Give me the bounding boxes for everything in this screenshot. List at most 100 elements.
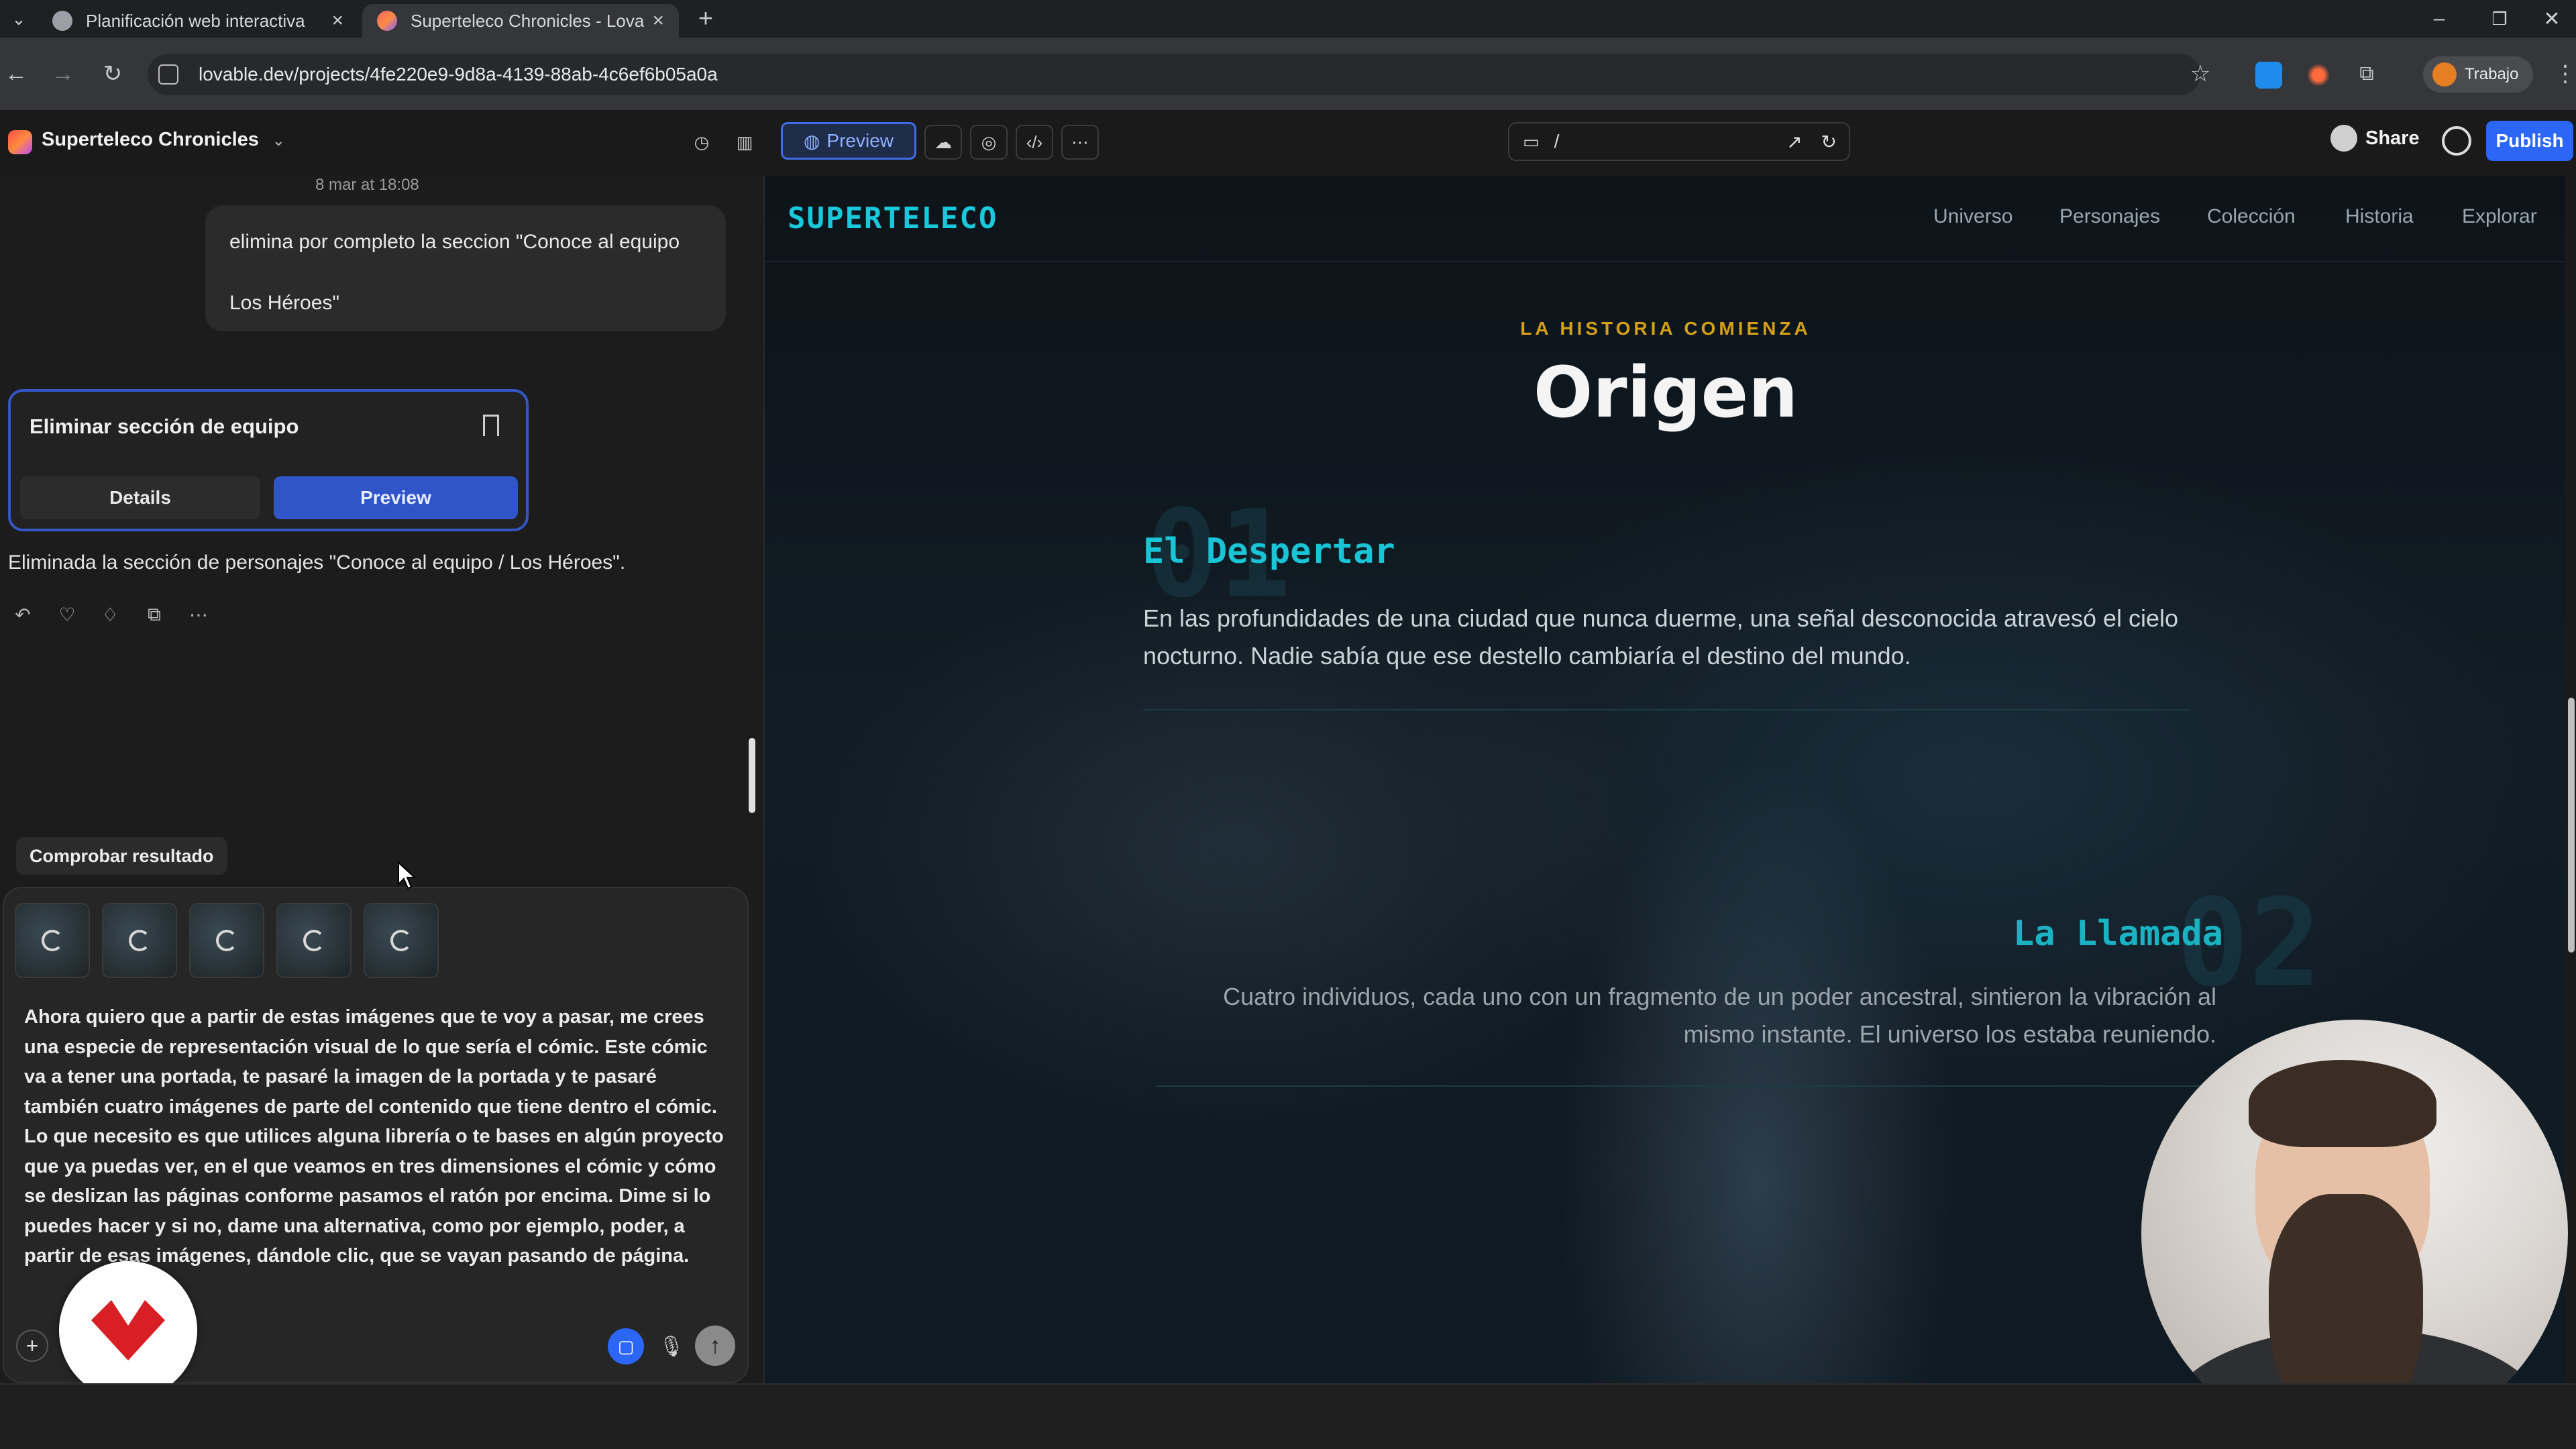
- site-nav-personajes[interactable]: Personajes: [2059, 205, 2160, 228]
- publish-button[interactable]: Publish: [2486, 121, 2573, 161]
- lovable-logo-icon: [8, 130, 32, 154]
- close-tab-icon[interactable]: ×: [331, 9, 343, 32]
- webcam-person-hair: [2249, 1060, 2436, 1147]
- attachment-thumbnail[interactable]: [15, 903, 90, 978]
- close-tab-icon[interactable]: ×: [652, 9, 664, 32]
- prompt-input[interactable]: Ahora quiero que a partir de estas imáge…: [24, 1002, 729, 1271]
- message-timestamp: 8 mar at 18:08: [315, 176, 419, 194]
- design-palette-icon[interactable]: ◎: [970, 125, 1008, 160]
- share-button[interactable]: Share: [2330, 125, 2420, 152]
- github-icon[interactable]: [2442, 126, 2471, 156]
- open-external-icon[interactable]: ↗: [1786, 131, 1802, 153]
- attachment-thumbnail[interactable]: [364, 903, 439, 978]
- send-icon[interactable]: ↑: [695, 1326, 735, 1366]
- browser-menu-icon[interactable]: ⋮: [2551, 59, 2576, 89]
- site-nav-coleccion[interactable]: Colección: [2207, 205, 2296, 228]
- profile-label: Trabajo: [2465, 65, 2519, 83]
- device-monitor-icon[interactable]: ▭: [1523, 131, 1540, 152]
- user-message-bubble: elimina por completo la seccion "Conoce …: [205, 205, 726, 331]
- action-card-title: Eliminar sección de equipo: [30, 415, 299, 438]
- restore-window-icon[interactable]: ❐: [2473, 0, 2526, 38]
- details-button[interactable]: Details: [20, 476, 260, 519]
- loading-spinner-icon: [129, 930, 150, 951]
- back-icon[interactable]: ←: [1, 59, 31, 89]
- loading-spinner-icon: [303, 930, 325, 951]
- chapter-title: La Llamada: [2012, 914, 2223, 954]
- preview-mode-button[interactable]: ◍ Preview: [781, 122, 916, 160]
- undo-icon[interactable]: ↶: [11, 602, 35, 627]
- add-attachment-icon[interactable]: +: [16, 1330, 48, 1362]
- reload-icon[interactable]: ↻: [98, 59, 127, 89]
- site-logo[interactable]: SUPERTELECO: [788, 201, 998, 235]
- project-name-dropdown[interactable]: Superteleco Chronicles ⌄: [42, 129, 284, 151]
- history-icon[interactable]: ◷: [683, 125, 720, 160]
- chapter-text: Cuatro individuos, cada uno con un fragm…: [1223, 983, 2216, 1048]
- address-bar[interactable]: lovable.dev/projects/4fe220e9-9d8a-4139-…: [148, 54, 2200, 95]
- bookmark-icon[interactable]: [483, 415, 499, 436]
- tab-favicon-icon: [52, 11, 72, 31]
- preview-button[interactable]: Preview: [274, 476, 518, 519]
- browser-tab-planificacion[interactable]: Planificación web interactiva ×: [38, 4, 358, 38]
- project-name: Superteleco Chronicles: [42, 129, 259, 150]
- refresh-preview-icon[interactable]: ↻: [1821, 131, 1837, 153]
- code-icon[interactable]: ‹/›: [1016, 125, 1053, 160]
- suggestion-chip[interactable]: Comprobar resultado: [16, 837, 227, 875]
- url-text: lovable.dev/projects/4fe220e9-9d8a-4139-…: [199, 64, 718, 85]
- extension-icon[interactable]: [2255, 62, 2282, 89]
- site-nav-historia[interactable]: Historia: [2345, 205, 2414, 228]
- user-avatar: [2330, 125, 2357, 152]
- chapter-divider: [1143, 709, 2190, 710]
- user-message-line: elimina por completo la seccion "Conoce …: [229, 231, 680, 253]
- loading-spinner-icon: [42, 930, 63, 951]
- assistant-message: Eliminada la sección de personajes "Cono…: [8, 551, 626, 574]
- chapter-text: En las profundidades de una ciudad que n…: [1143, 604, 2179, 669]
- mouse-cursor-icon: [398, 861, 417, 890]
- preview-scrollbar[interactable]: [2568, 698, 2575, 953]
- chapter-title: El Despertar: [1143, 531, 1395, 572]
- loading-spinner-icon: [216, 930, 237, 951]
- attachment-thumbnail[interactable]: [189, 903, 264, 978]
- preview-path-bar[interactable]: ▭ / ↗ ↻: [1508, 122, 1850, 161]
- profile-avatar: [2432, 62, 2457, 87]
- toggle-sidebar-icon[interactable]: ▥: [726, 125, 763, 160]
- chat-scrollbar[interactable]: [749, 738, 755, 813]
- browser-tab-superteleco[interactable]: Superteleco Chronicles - Lovable ×: [362, 4, 679, 38]
- extensions-puzzle-icon[interactable]: ⧉: [2352, 59, 2381, 89]
- extension-icon[interactable]: [2305, 62, 2332, 89]
- share-label: Share: [2365, 127, 2420, 149]
- thumbs-down-icon[interactable]: ♢: [98, 602, 122, 627]
- section-eyebrow: LA HISTORIA COMIENZA: [1520, 318, 1811, 339]
- chapter-divider: [1157, 1085, 2203, 1087]
- preview-path: /: [1554, 131, 1560, 152]
- preview-mode-label: Preview: [826, 130, 894, 151]
- globe-icon: ◍: [803, 130, 820, 152]
- loading-spinner-icon: [390, 930, 412, 951]
- bookmark-star-icon[interactable]: ☆: [2186, 59, 2215, 89]
- tab-search-icon[interactable]: ⌄: [4, 4, 34, 34]
- microphone-icon[interactable]: 🎙: [655, 1330, 688, 1363]
- site-nav-universo[interactable]: Universo: [1933, 205, 2012, 228]
- webcam-overlay: [2141, 1020, 2568, 1446]
- attachment-thumbnail[interactable]: [276, 903, 352, 978]
- thumbs-up-icon[interactable]: ♡: [55, 602, 79, 627]
- site-nav-explorar[interactable]: Explorar: [2462, 205, 2537, 228]
- chat-mode-icon[interactable]: ▢: [608, 1328, 644, 1364]
- publish-label: Publish: [2496, 130, 2564, 151]
- channel-logo-badge: [59, 1261, 197, 1399]
- forward-icon[interactable]: →: [48, 59, 78, 89]
- tab-title: Superteleco Chronicles - Lovable: [411, 10, 645, 31]
- bottom-strip: [0, 1383, 2576, 1449]
- copy-icon[interactable]: ⧉: [142, 602, 166, 627]
- tab-favicon-icon: [377, 11, 397, 31]
- cloud-icon[interactable]: ☁: [924, 125, 962, 160]
- profile-button[interactable]: Trabajo: [2423, 56, 2533, 93]
- section-title: Origen: [1533, 352, 1799, 433]
- close-window-icon[interactable]: ✕: [2525, 0, 2576, 38]
- minimize-window-icon[interactable]: –: [2412, 0, 2466, 38]
- more-actions-icon[interactable]: ⋯: [186, 602, 211, 627]
- new-tab-icon[interactable]: +: [691, 4, 720, 34]
- more-options-icon[interactable]: ⋯: [1061, 125, 1099, 160]
- attachment-thumbnail[interactable]: [102, 903, 177, 978]
- site-info-icon[interactable]: [158, 64, 178, 85]
- chevron-down-icon: ⌄: [272, 132, 285, 149]
